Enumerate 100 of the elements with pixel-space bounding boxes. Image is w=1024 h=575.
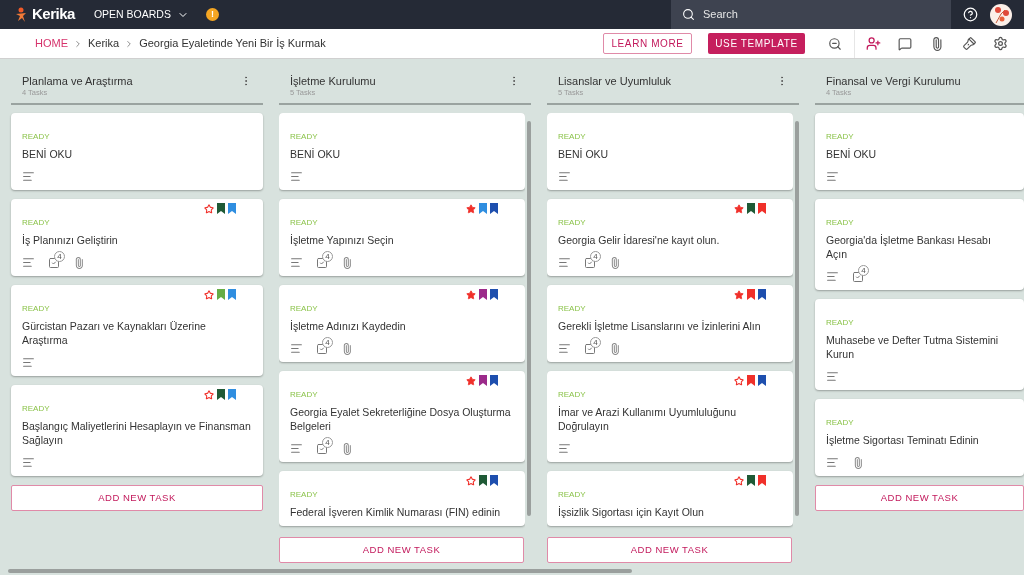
status-label: READY: [826, 218, 855, 228]
card-title: İşletme Adınızı Kaydedin: [290, 319, 407, 333]
description-icon: [22, 256, 35, 269]
task-card[interactable]: READY Başlangıç Maliyetlerini Hesaplayın ve Finansman Sağlayın: [11, 385, 263, 476]
star-icon[interactable]: [466, 289, 476, 300]
star-icon[interactable]: [466, 375, 476, 386]
column-title: İşletme Kurulumu: [290, 74, 376, 88]
card-title: İmar ve Arazi Kullanımı Uyumluluğunu Doğrulayın: [558, 405, 737, 433]
status-label: READY: [826, 132, 855, 142]
checklist-count: 4: [590, 250, 601, 262]
star-icon[interactable]: [204, 389, 214, 400]
task-card[interactable]: READY Georgia Eyalet Sekreterliğine Dosya Oluşturma Belgeleri 4: [279, 371, 525, 462]
card-title: İşletme Sigortası Teminatı Edinin: [826, 433, 980, 447]
description-icon: [290, 256, 303, 269]
checklist-count: 4: [322, 250, 333, 262]
task-card[interactable]: READY Georgia'da İşletme Bankası Hesabı Açın 4: [815, 199, 1024, 290]
card-title: Gerekli İşletme Lisanslarını ve İzinlerini Alın: [558, 319, 762, 333]
description-icon: [826, 456, 839, 469]
settings-icon[interactable]: [993, 36, 1008, 51]
add-task-button[interactable]: ADD NEW TASK: [815, 485, 1024, 511]
description-icon: [22, 456, 35, 469]
task-card[interactable]: READY İmar ve Arazi Kullanımı Uyumluluğunu Doğrulayın: [547, 371, 793, 462]
status-label: READY: [558, 390, 587, 400]
checklist-count: 4: [590, 336, 601, 348]
status-label: READY: [558, 218, 587, 228]
description-icon: [558, 342, 571, 355]
use-template-button[interactable]: USE TEMPLATE: [708, 33, 805, 54]
description-icon: [290, 342, 303, 355]
add-task-button[interactable]: ADD NEW TASK: [11, 485, 263, 511]
task-card[interactable]: READY BENİ OKU: [547, 113, 793, 190]
search-field[interactable]: Search: [703, 6, 940, 23]
breadcrumb-link[interactable]: HOME: [35, 35, 68, 52]
description-icon: [558, 170, 571, 183]
avatar[interactable]: [990, 3, 1012, 26]
task-card[interactable]: READY İşsizlik Sigortası için Kayıt Olun: [547, 471, 793, 526]
task-card[interactable]: READY BENİ OKU: [11, 113, 263, 190]
task-card[interactable]: READY Gürcistan Pazarı ve Kaynakları Üzerine Araştırma: [11, 285, 263, 376]
add-person-icon[interactable]: [866, 36, 881, 51]
status-label: READY: [290, 390, 319, 400]
status-label: READY: [22, 304, 51, 314]
description-icon: [558, 256, 571, 269]
task-card[interactable]: READY İşletme Adınızı Kaydedin 4: [279, 285, 525, 362]
chat-icon[interactable]: [898, 36, 912, 51]
logo-text: Kerika: [32, 4, 75, 25]
description-icon: [558, 442, 571, 455]
breadcrumb-item[interactable]: Kerika: [88, 35, 120, 52]
star-icon[interactable]: [734, 289, 744, 300]
task-card[interactable]: READY BENİ OKU: [815, 113, 1024, 190]
checklist-icon: [852, 270, 864, 283]
open-boards-menu[interactable]: OPEN BOARDS: [93, 6, 189, 23]
card-title: Georgia'da İşletme Bankası Hesabı Açın: [826, 233, 992, 261]
help-icon[interactable]: [963, 7, 978, 22]
zoom-icon[interactable]: [828, 36, 842, 51]
task-card[interactable]: READY Federal İşveren Kimlik Numarası (FIN) edinin: [279, 471, 525, 526]
card-title: BENİ OKU: [826, 147, 878, 161]
checklist-icon: [584, 256, 596, 269]
description-icon: [290, 442, 303, 455]
task-card[interactable]: READY İşletme Sigortası Teminatı Edinin: [815, 399, 1024, 476]
search-icon: [682, 8, 695, 21]
checklist-icon: [316, 342, 328, 355]
status-label: READY: [558, 132, 587, 142]
description-icon: [22, 356, 35, 369]
star-icon[interactable]: [734, 375, 744, 386]
card-title: Başlangıç Maliyetlerini Hesaplayın ve Finansman Sağlayın: [22, 419, 252, 447]
task-card[interactable]: READY İşletme Yapınızı Seçin 4: [279, 199, 525, 276]
star-icon[interactable]: [734, 475, 744, 486]
task-card[interactable]: READY Muhasebe ve Defter Tutma Sistemini Kurun: [815, 299, 1024, 390]
description-icon: [22, 170, 35, 183]
card-title: Georgia Gelir İdaresi'ne kayıt olun.: [558, 233, 721, 247]
description-icon: [826, 370, 839, 383]
checklist-icon: [48, 256, 60, 269]
search-bar[interactable]: Search: [671, 0, 951, 29]
breadcrumb-separator-icon: [73, 38, 83, 49]
checklist-icon: [316, 256, 328, 269]
star-icon[interactable]: [466, 203, 476, 214]
task-card[interactable]: READY Gerekli İşletme Lisanslarını ve İzinlerini Alın 4: [547, 285, 793, 362]
star-icon[interactable]: [734, 203, 744, 214]
horizontal-scrollbar[interactable]: [8, 568, 632, 573]
status-label: READY: [290, 132, 319, 142]
card-title: İş Planınızı Geliştirin: [22, 233, 119, 247]
status-label: READY: [22, 218, 51, 228]
scrollbar[interactable]: [527, 121, 531, 516]
task-card[interactable]: READY Georgia Gelir İdaresi'ne kayıt olun. 4: [547, 199, 793, 276]
description-icon: [826, 270, 839, 283]
scrollbar[interactable]: [795, 121, 799, 516]
checklist-icon: [584, 342, 596, 355]
add-task-button[interactable]: ADD NEW TASK: [279, 537, 524, 563]
breadcrumb-item[interactable]: Georgia Eyaletinde Yeni Bir İş Kurmak: [139, 35, 326, 52]
column-title: Lisanslar ve Uyumluluk: [558, 74, 672, 88]
column-title: Planlama ve Araştırma: [22, 74, 133, 88]
learn-more-button[interactable]: LEARN MORE: [603, 33, 692, 54]
star-icon[interactable]: [466, 475, 476, 486]
add-task-button[interactable]: ADD NEW TASK: [547, 537, 792, 563]
star-icon[interactable]: [204, 203, 214, 214]
description-icon: [290, 170, 303, 183]
checklist-count: 4: [322, 436, 333, 448]
task-card[interactable]: READY BENİ OKU: [279, 113, 525, 190]
star-icon[interactable]: [204, 289, 214, 300]
task-card[interactable]: READY İş Planınızı Geliştirin 4: [11, 199, 263, 276]
checklist-count: 4: [858, 264, 869, 276]
